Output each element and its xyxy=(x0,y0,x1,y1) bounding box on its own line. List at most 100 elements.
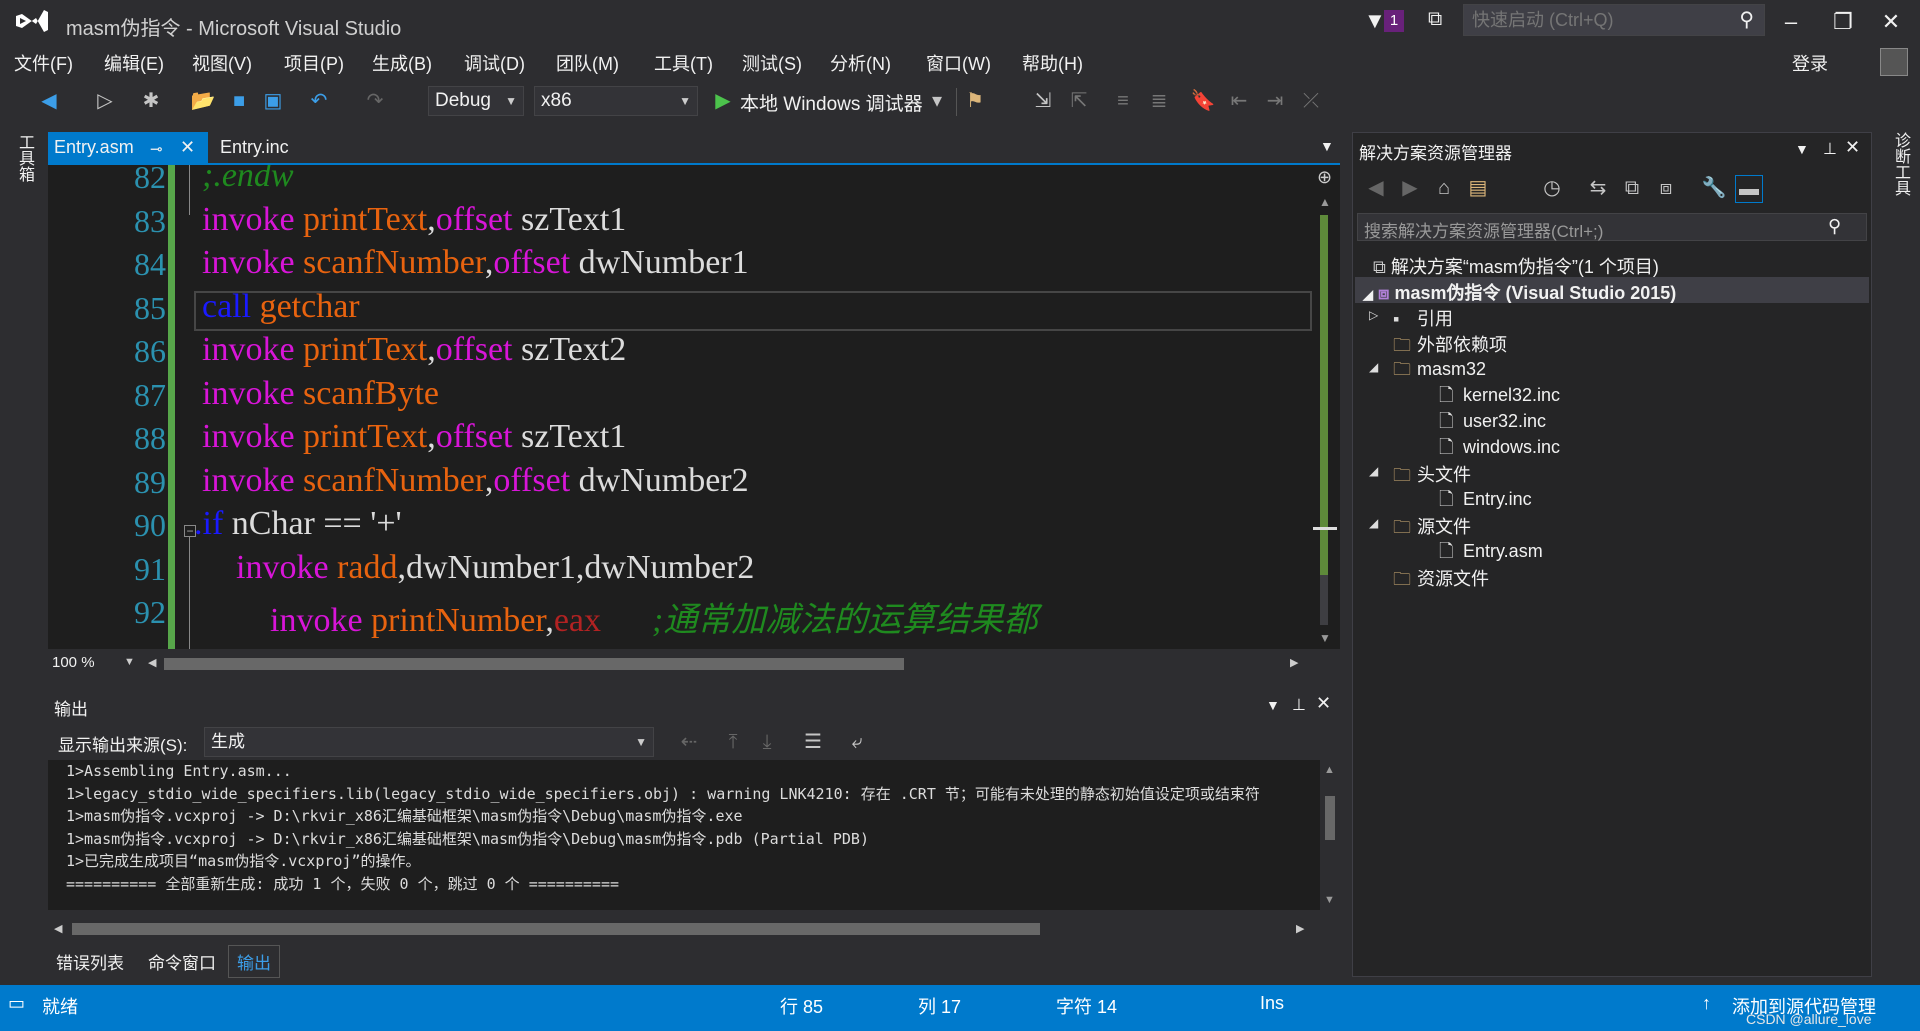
code-line[interactable]: invoke printText,offset szText1 xyxy=(202,418,626,456)
panel-menu-icon[interactable]: ▼ xyxy=(1795,141,1809,157)
scrollbar-thumb[interactable] xyxy=(1325,796,1335,840)
scroll-down-icon[interactable]: ▼ xyxy=(1319,631,1331,645)
menu-help[interactable]: 帮助(H) xyxy=(1022,50,1083,76)
menu-build[interactable]: 生成(B) xyxy=(372,50,432,76)
save-icon[interactable]: ■ xyxy=(226,88,252,114)
code-line[interactable]: ;.endw xyxy=(202,165,294,195)
next-message-icon[interactable]: ⤓ xyxy=(754,729,780,755)
code-line[interactable]: invoke scanfNumber,offset dwNumber2 xyxy=(202,462,749,500)
scroll-left-icon[interactable]: ◀ xyxy=(54,922,62,935)
code-line[interactable]: call getchar xyxy=(202,288,360,326)
properties-icon[interactable]: 🔧 xyxy=(1701,175,1727,201)
scrollbar-track[interactable] xyxy=(1320,215,1328,625)
zoom-level[interactable]: 100 % xyxy=(52,654,95,671)
scroll-right-icon[interactable]: ▶ xyxy=(1290,656,1298,669)
search-icon[interactable]: ⚲ xyxy=(1739,7,1754,32)
solution-item[interactable]: ▷ ▪ 引用 xyxy=(1369,305,1453,331)
configuration-dropdown[interactable]: Debug ▼ xyxy=(428,86,524,116)
login-link[interactable]: 登录 xyxy=(1792,50,1828,76)
outdent-icon[interactable]: ≡ xyxy=(1110,88,1136,114)
diagnostic-tools-tab[interactable]: 诊断工具 xyxy=(1888,132,1912,196)
close-tab-icon[interactable]: ✕ xyxy=(180,137,195,158)
redo-icon[interactable]: ↷ xyxy=(362,88,388,114)
expanded-icon[interactable]: ◢ xyxy=(1369,516,1378,530)
feedback-icon[interactable]: ⧉ xyxy=(1428,8,1442,31)
scrollbar-thumb[interactable] xyxy=(1320,215,1328,575)
pending-changes-icon[interactable]: ◷ xyxy=(1539,175,1565,201)
menu-view[interactable]: 视图(V) xyxy=(192,50,252,76)
collapse-all-icon[interactable]: ⧉ xyxy=(1619,175,1645,201)
close-panel-icon[interactable]: ✕ xyxy=(1845,137,1860,158)
menu-file[interactable]: 文件(F) xyxy=(14,50,73,76)
restore-button[interactable]: ❐ xyxy=(1820,6,1866,38)
bookmark-icon[interactable]: 🔖 xyxy=(1190,88,1216,114)
close-panel-icon[interactable]: ✕ xyxy=(1316,693,1331,714)
scroll-left-icon[interactable]: ◀ xyxy=(148,656,156,669)
prev-bookmark-icon[interactable]: ⇤ xyxy=(1226,88,1252,114)
tab-overflow-icon[interactable]: ▼ xyxy=(1320,138,1334,154)
code-line[interactable]: invoke scanfNumber,offset dwNumber1 xyxy=(202,244,749,282)
notification-badge[interactable]: 1 xyxy=(1384,10,1404,32)
sync-icon[interactable]: ⇆ xyxy=(1585,175,1611,201)
pin-icon[interactable]: ⊸ xyxy=(150,140,163,158)
tab-entry-asm[interactable]: Entry.asm ⊸ ✕ xyxy=(48,132,208,164)
code-line[interactable]: invoke printText,offset szText2 xyxy=(202,331,626,369)
menu-window[interactable]: 窗口(W) xyxy=(926,50,991,76)
switch-views-icon[interactable]: ▤ xyxy=(1465,175,1491,201)
close-window-button[interactable]: ✕ xyxy=(1868,6,1914,38)
solution-node[interactable]: ⧉ 解决方案“masm伪指令”(1 个项目) xyxy=(1373,253,1659,279)
navigate-back-icon[interactable]: ◀ xyxy=(36,88,62,114)
output-vertical-scrollbar[interactable]: ▲ ▼ xyxy=(1320,760,1340,910)
undo-icon[interactable]: ↶ xyxy=(306,88,332,114)
tab-command-window[interactable]: 命令窗口 xyxy=(148,949,216,974)
step-into-icon[interactable]: ⇲ xyxy=(1030,88,1056,114)
menu-tools[interactable]: 工具(T) xyxy=(654,50,713,76)
pin-icon[interactable]: ⊥ xyxy=(1823,139,1837,159)
scrollbar-thumb[interactable] xyxy=(72,923,1040,935)
clear-bookmarks-icon[interactable]: ⤫ xyxy=(1298,88,1324,114)
split-icon[interactable]: ⊕ xyxy=(1317,167,1332,188)
indent-icon[interactable]: ≣ xyxy=(1146,88,1172,114)
zoom-dropdown-icon[interactable]: ▼ xyxy=(124,656,135,668)
quick-launch-input[interactable] xyxy=(1464,5,1740,35)
upload-icon[interactable]: ↑ xyxy=(1702,993,1711,1014)
back-icon[interactable]: ◀ xyxy=(1363,175,1389,201)
open-file-icon[interactable]: 📂 xyxy=(190,88,216,114)
find-in-files-icon[interactable]: ⚑ xyxy=(962,88,988,114)
start-debugger-button[interactable]: 本地 Windows 调试器 xyxy=(740,89,923,116)
tab-entry-inc[interactable]: Entry.inc xyxy=(208,132,348,164)
menu-test[interactable]: 测试(S) xyxy=(742,50,802,76)
clear-all-icon[interactable]: ☰ xyxy=(800,729,826,755)
code-line[interactable]: invoke scanfByte xyxy=(202,375,439,413)
solution-search-box[interactable]: 搜索解决方案资源管理器(Ctrl+;) ⚲ xyxy=(1357,213,1867,241)
new-project-icon[interactable]: ✱ xyxy=(138,88,164,114)
code-line[interactable]: invoke printText,offset szText1 xyxy=(202,201,626,239)
prev-message-icon[interactable]: ⤒ xyxy=(720,729,746,755)
word-wrap-icon[interactable]: ⤶ xyxy=(844,729,870,755)
quick-launch-box[interactable]: ⚲ xyxy=(1463,4,1765,36)
collapsed-icon[interactable]: ▷ xyxy=(1369,308,1378,322)
expanded-icon[interactable]: ◢ xyxy=(1369,360,1378,374)
menu-project[interactable]: 项目(P) xyxy=(284,50,344,76)
scroll-right-icon[interactable]: ▶ xyxy=(1296,922,1304,935)
output-text-area[interactable]: 1>Assembling Entry.asm... 1>legacy_stdio_… xyxy=(48,760,1320,910)
filter-icon[interactable]: ▼ xyxy=(1364,8,1386,34)
code-line[interactable]: invoke radd,dwNumber1,dwNumber2 xyxy=(202,549,754,587)
scroll-up-icon[interactable]: ▲ xyxy=(1319,195,1331,209)
expand-icon[interactable]: ◢ xyxy=(1363,287,1373,302)
menu-analyze[interactable]: 分析(N) xyxy=(830,50,891,76)
code-editor[interactable]: 82 83 84 85 86 87 88 89 90 91 92 − ;.endw invoke pr… xyxy=(48,165,1340,649)
scroll-up-icon[interactable]: ▲ xyxy=(1324,764,1335,776)
home-icon[interactable]: ⌂ xyxy=(1431,175,1457,201)
search-icon[interactable]: ⚲ xyxy=(1828,216,1841,237)
preview-icon[interactable]: ▬ xyxy=(1735,175,1763,203)
platform-dropdown[interactable]: x86 ▼ xyxy=(534,86,698,116)
menu-edit[interactable]: 编辑(E) xyxy=(104,50,164,76)
step-over-icon[interactable]: ⇱ xyxy=(1066,88,1092,114)
code-line[interactable]: invoke printNumber,eax ;通常加减法的运算结果都 xyxy=(202,592,1037,641)
find-message-icon[interactable]: ⇠ xyxy=(676,729,702,755)
forward-icon[interactable]: ▶ xyxy=(1397,175,1423,201)
menu-team[interactable]: 团队(M) xyxy=(556,50,619,76)
tab-output[interactable]: 输出 xyxy=(228,945,280,978)
panel-menu-icon[interactable]: ▼ xyxy=(1266,697,1280,713)
